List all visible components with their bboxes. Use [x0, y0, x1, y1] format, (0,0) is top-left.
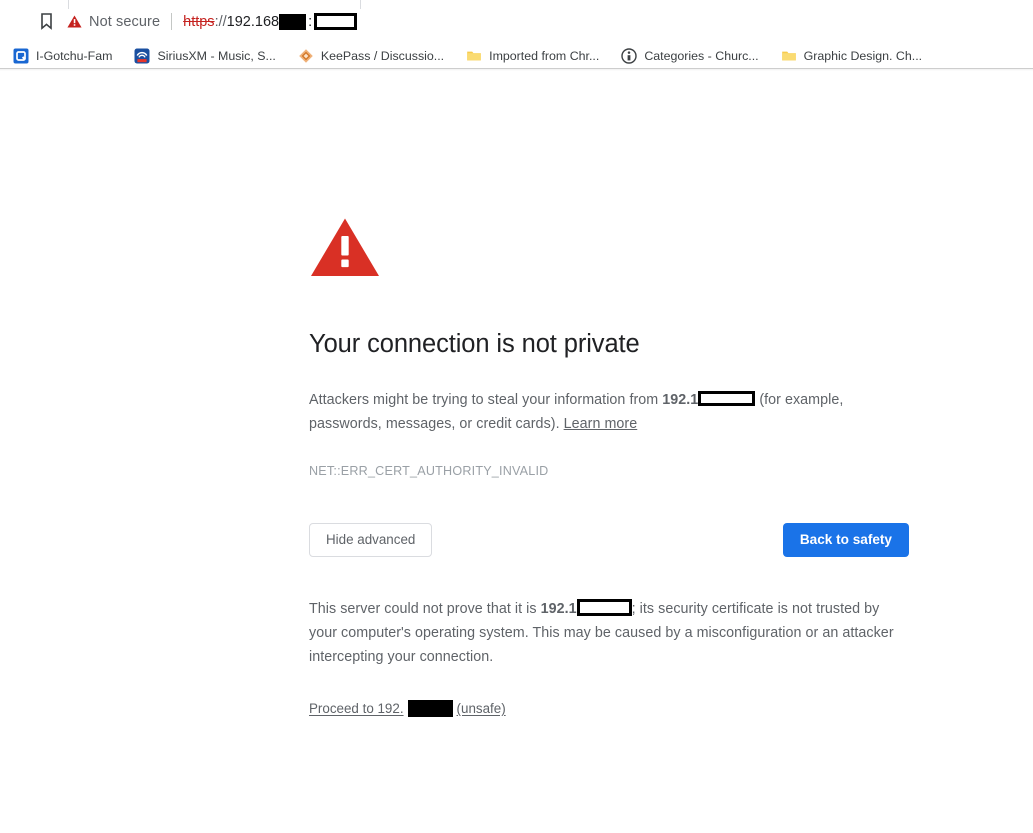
- description-lead: Attackers might be trying to steal your …: [309, 392, 663, 409]
- bookmark-label: I-Gotchu-Fam: [36, 48, 113, 63]
- proceed-link-prefix: Proceed to 192.: [309, 700, 404, 716]
- redaction-block-proceed: [407, 699, 453, 717]
- bookmark-item-graphic-design[interactable]: Graphic Design. Ch...: [781, 48, 922, 64]
- error-code: NET::ERR_CERT_AUTHORITY_INVALID: [309, 464, 549, 479]
- folder-icon: [781, 51, 796, 60]
- url-scheme: https: [183, 13, 215, 30]
- omnibox-divider: [171, 13, 173, 30]
- bookmark-item-categories-church[interactable]: Categories - Churc...: [621, 47, 759, 64]
- tab-strip-seam-left: [68, 0, 69, 9]
- url-port-colon: :: [308, 13, 313, 30]
- bookmark-label: Graphic Design. Ch...: [803, 48, 923, 63]
- advanced-panel: This server could not prove that it is 1…: [309, 597, 909, 718]
- ssl-interstitial: Your connection is not private Attackers…: [309, 216, 909, 718]
- bookmark-item-siriusxm[interactable]: SiriusXM - Music, S...: [134, 48, 276, 64]
- interstitial-button-row: Hide advanced Back to safety: [309, 523, 909, 557]
- address-bar[interactable]: Not secure https :// 192.168 :: [67, 7, 1033, 36]
- hide-advanced-button[interactable]: Hide advanced: [309, 523, 433, 557]
- url-separator: ://: [214, 13, 227, 30]
- redaction-block-url-port: [314, 13, 358, 30]
- url-host: 192.168: [226, 13, 280, 30]
- advanced-lead: This server could not prove that it is: [309, 600, 541, 617]
- interstitial-description: Attackers might be trying to steal your …: [309, 388, 909, 436]
- security-indicator[interactable]: Not secure: [67, 14, 160, 30]
- info-circle-icon: [621, 47, 638, 64]
- page-title: Your connection is not private: [309, 330, 640, 358]
- url-text[interactable]: https :// 192.168 :: [183, 13, 358, 30]
- browser-toolbar: Not secure https :// 192.168 :: [0, 0, 1033, 43]
- advanced-host: 192.1: [540, 600, 577, 617]
- bookmark-item-i-gotchu-fam[interactable]: I-Gotchu-Fam: [13, 48, 112, 64]
- bookmarks-bar: I-Gotchu-Fam SiriusXM - Music, S... KeeP…: [0, 43, 1033, 68]
- bookmark-label: KeePass / Discussio...: [320, 48, 445, 63]
- bookmark-outline-icon[interactable]: [38, 13, 54, 31]
- redaction-block-url-octet: [279, 13, 307, 30]
- bookmark-label: SiriusXM - Music, S...: [157, 48, 276, 63]
- redaction-block-description: [698, 391, 756, 407]
- tab-strip-seam-right: [360, 0, 361, 9]
- security-label: Not secure: [89, 13, 161, 30]
- proceed-link-suffix: (unsafe): [456, 700, 506, 716]
- bookmark-label: Imported from Chr...: [489, 48, 600, 63]
- warning-triangle-icon: [311, 218, 379, 276]
- siriusxm-icon: [134, 48, 150, 63]
- app-square-icon: [13, 48, 29, 63]
- description-host: 192.1: [662, 392, 699, 409]
- proceed-unsafe-link[interactable]: Proceed to 192. (unsafe): [309, 699, 506, 717]
- keepass-diamond-icon: [299, 48, 313, 63]
- warning-triangle-icon: [67, 15, 82, 28]
- browser-chrome: Not secure https :// 192.168 : I-Gotchu-…: [0, 0, 1033, 71]
- bookmark-label: Categories - Churc...: [644, 48, 759, 63]
- advanced-description: This server could not prove that it is 1…: [309, 597, 909, 669]
- bookmark-item-imported-from-chrome[interactable]: Imported from Chr...: [466, 48, 599, 64]
- bookmark-item-keepass[interactable]: KeePass / Discussio...: [298, 48, 444, 64]
- page-content: Your connection is not private Attackers…: [0, 71, 1033, 833]
- back-to-safety-button[interactable]: Back to safety: [782, 523, 909, 557]
- folder-icon: [467, 51, 481, 60]
- redaction-block-advanced: [576, 598, 632, 616]
- learn-more-link[interactable]: Learn more: [564, 416, 638, 432]
